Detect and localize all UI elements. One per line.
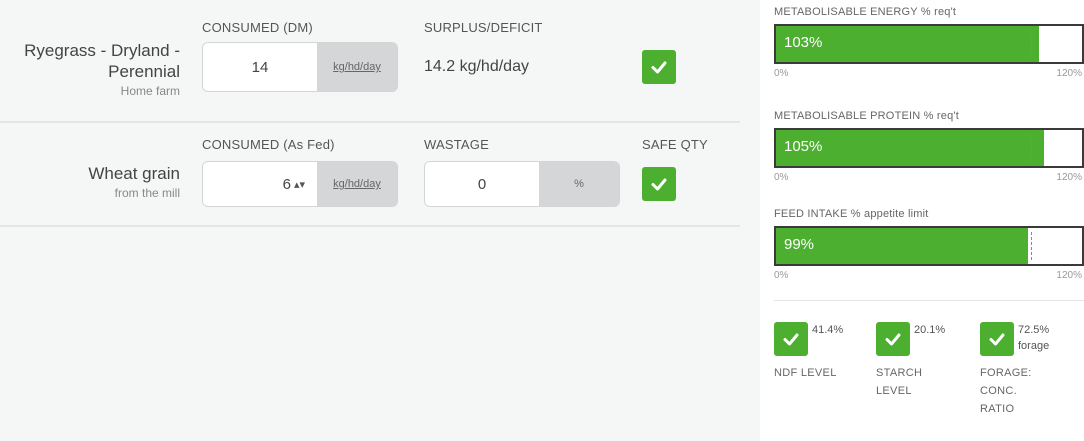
meter-target-line [1031,134,1032,162]
surplus-label: SURPLUS/DEFICIT [424,20,543,35]
feed-name-block: Wheat grain from the mill [0,163,180,200]
meter-max: 120% [1056,172,1082,183]
meter-min: 0% [774,68,789,79]
meter-min: 0% [774,172,789,183]
consumed-input[interactable]: 6 ▴▾ [203,162,317,206]
starch-value: 20.1% [914,324,946,336]
forage-ratio-indicator: 72.5% forage FORAGE: CONC. RATIO [980,322,1070,418]
meter-max: 120% [1056,68,1082,79]
meter-target-line [1031,30,1032,58]
starch-label: STARCH LEVEL [876,367,923,397]
feed-row-ryegrass: Ryegrass - Dryland - Perennial Home farm… [0,0,740,120]
check-icon [651,61,667,74]
consumed-label: CONSUMED (As Fed) [202,137,335,152]
ndf-check [774,322,808,356]
wastage-input[interactable]: 0 [425,162,539,206]
feed-title: Wheat grain [88,164,180,183]
consumed-unit: kg/hd/day [317,162,397,206]
consumed-unit: kg/hd/day [317,43,397,91]
feed-row-wheat: Wheat grain from the mill CONSUMED (As F… [0,123,740,223]
feed-name-block: Ryegrass - Dryland - Perennial Home farm [0,40,180,98]
panel-divider [774,300,1084,301]
forage-check [980,322,1014,356]
me-meter: 103% [774,24,1084,64]
check-icon [651,178,667,191]
me-meter-label: METABOLISABLE ENERGY % req't [774,6,957,18]
meter-target-line [1031,232,1032,260]
mp-meter-label: METABOLISABLE PROTEIN % req't [774,110,959,122]
check-icon [989,333,1005,346]
surplus-value: 14.2 kg/hd/day [424,58,529,75]
starch-check [876,322,910,356]
ndf-label: NDF LEVEL [774,367,837,379]
forage-value: 72.5% forage [1018,322,1049,354]
feed-list-panel: Ryegrass - Dryland - Perennial Home farm… [0,0,760,441]
wastage-unit: % [539,162,619,206]
check-icon [885,333,901,346]
consumed-input-group[interactable]: 14 kg/hd/day [202,42,398,92]
feed-source: from the mill [114,186,180,200]
meter-value: 99% [784,236,815,253]
wastage-label: WASTAGE [424,137,489,152]
safe-qty-label: SAFE QTY [642,137,708,152]
intake-meter: 99% [774,226,1084,266]
nutrition-summary-panel: METABOLISABLE ENERGY % req't 103% 0% 120… [760,0,1084,441]
consumed-input-group[interactable]: 6 ▴▾ kg/hd/day [202,161,398,207]
meter-min: 0% [774,270,789,281]
forage-label: FORAGE: CONC. RATIO [980,367,1032,415]
forage-sub: forage [1018,340,1050,352]
feed-source: Home farm [120,84,180,98]
consumed-value: 6 [282,175,291,193]
ndf-indicator: 41.4% NDF LEVEL [774,322,864,382]
consumed-input[interactable]: 14 [203,43,317,91]
row-divider [0,225,740,227]
mp-meter: 105% [774,128,1084,168]
meter-max: 120% [1056,270,1082,281]
feed-title: Ryegrass - Dryland - Perennial [24,41,180,81]
check-icon [783,333,799,346]
safe-qty-checkbox[interactable] [642,167,676,201]
include-checkbox[interactable] [642,50,676,84]
ndf-value: 41.4% [812,324,844,336]
wastage-input-group[interactable]: 0 % [424,161,620,207]
intake-meter-label: FEED INTAKE % appetite limit [774,208,929,220]
stepper-arrows-icon[interactable]: ▴▾ [294,178,305,191]
starch-indicator: 20.1% STARCH LEVEL [876,322,966,400]
meter-value: 103% [784,34,823,51]
forage-percent: 72.5% [1018,324,1050,336]
consumed-label: CONSUMED (DM) [202,20,313,35]
meter-value: 105% [784,138,823,155]
